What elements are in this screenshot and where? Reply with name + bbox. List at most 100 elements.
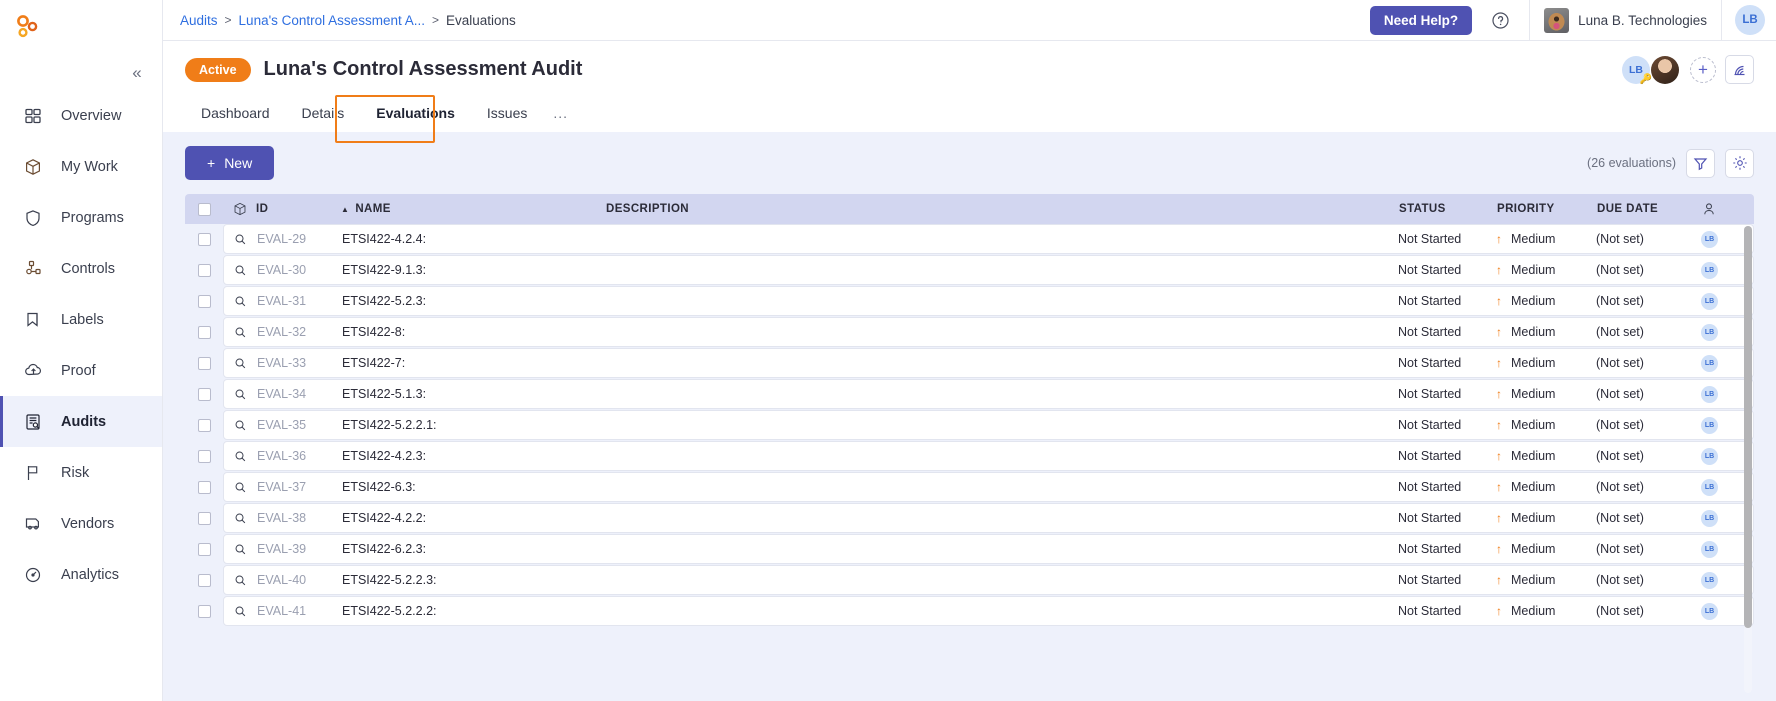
- row-preview-icon[interactable]: [224, 481, 257, 494]
- row-status[interactable]: Not Started: [1398, 263, 1496, 277]
- row-due-date[interactable]: (Not set): [1596, 480, 1701, 494]
- sidebar-item-analytics[interactable]: Analytics: [0, 549, 162, 600]
- table-row[interactable]: EVAL-35 ETSI422-5.2.2.1: Not Started ↑ Mediu…: [185, 410, 1754, 441]
- row-due-date[interactable]: (Not set): [1596, 573, 1701, 587]
- breadcrumb-item-audits[interactable]: Audits: [180, 13, 218, 28]
- row-name[interactable]: ETSI422-4.2.3:: [342, 449, 607, 463]
- row-checkbox[interactable]: [185, 605, 223, 618]
- row-priority[interactable]: ↑ Medium: [1496, 449, 1596, 463]
- table-row[interactable]: EVAL-29 ETSI422-4.2.4: Not Started ↑ Medium (…: [185, 224, 1754, 255]
- row-status[interactable]: Not Started: [1398, 387, 1496, 401]
- row-status[interactable]: Not Started: [1398, 232, 1496, 246]
- row-checkbox[interactable]: [185, 481, 223, 494]
- table-row[interactable]: EVAL-31 ETSI422-5.2.3: Not Started ↑ Medium (…: [185, 286, 1754, 317]
- add-member-button[interactable]: +: [1690, 56, 1716, 83]
- row-due-date[interactable]: (Not set): [1596, 418, 1701, 432]
- tab-dashboard[interactable]: Dashboard: [185, 97, 286, 132]
- row-status[interactable]: Not Started: [1398, 294, 1496, 308]
- row-priority[interactable]: ↑ Medium: [1496, 294, 1596, 308]
- app-logo[interactable]: [0, 0, 162, 56]
- row-preview-icon[interactable]: [224, 388, 257, 401]
- row-due-date[interactable]: (Not set): [1596, 232, 1701, 246]
- row-preview-icon[interactable]: [224, 326, 257, 339]
- row-status[interactable]: Not Started: [1398, 542, 1496, 556]
- row-due-date[interactable]: (Not set): [1596, 449, 1701, 463]
- row-name[interactable]: ETSI422-5.2.3:: [342, 294, 607, 308]
- row-due-date[interactable]: (Not set): [1596, 387, 1701, 401]
- row-name[interactable]: ETSI422-6.3:: [342, 480, 607, 494]
- avatar[interactable]: [1651, 55, 1679, 84]
- row-checkbox[interactable]: [185, 357, 223, 370]
- gear-icon[interactable]: [1725, 148, 1754, 178]
- row-status[interactable]: Not Started: [1398, 480, 1496, 494]
- row-id[interactable]: EVAL-34: [257, 387, 342, 401]
- need-help-button[interactable]: Need Help?: [1369, 5, 1473, 35]
- tab-more[interactable]: ...: [543, 97, 584, 132]
- sidebar-item-audits[interactable]: Audits: [0, 396, 162, 447]
- row-preview-icon[interactable]: [224, 574, 257, 587]
- row-priority[interactable]: ↑ Medium: [1496, 325, 1596, 339]
- row-id[interactable]: EVAL-29: [257, 232, 342, 246]
- sidebar-item-programs[interactable]: Programs: [0, 192, 162, 243]
- row-name[interactable]: ETSI422-9.1.3:: [342, 263, 607, 277]
- sidebar-collapse-button[interactable]: «: [126, 62, 148, 84]
- row-status[interactable]: Not Started: [1398, 604, 1496, 618]
- scrollbar-thumb[interactable]: [1744, 226, 1752, 628]
- row-id[interactable]: EVAL-31: [257, 294, 342, 308]
- table-row[interactable]: EVAL-30 ETSI422-9.1.3: Not Started ↑ Medium (…: [185, 255, 1754, 286]
- breadcrumb-item-audit[interactable]: Luna's Control Assessment A...: [239, 13, 425, 28]
- row-checkbox[interactable]: [185, 543, 223, 556]
- row-priority[interactable]: ↑ Medium: [1496, 356, 1596, 370]
- row-checkbox[interactable]: [185, 512, 223, 525]
- row-preview-icon[interactable]: [224, 605, 257, 618]
- row-due-date[interactable]: (Not set): [1596, 542, 1701, 556]
- row-status[interactable]: Not Started: [1398, 418, 1496, 432]
- row-name[interactable]: ETSI422-6.2.3:: [342, 542, 607, 556]
- row-name[interactable]: ETSI422-7:: [342, 356, 607, 370]
- row-preview-icon[interactable]: [224, 512, 257, 525]
- row-id[interactable]: EVAL-30: [257, 263, 342, 277]
- row-status[interactable]: Not Started: [1398, 573, 1496, 587]
- row-priority[interactable]: ↑ Medium: [1496, 511, 1596, 525]
- table-row[interactable]: EVAL-37 ETSI422-6.3: Not Started ↑ Medium (No…: [185, 472, 1754, 503]
- sidebar-item-risk[interactable]: Risk: [0, 447, 162, 498]
- row-due-date[interactable]: (Not set): [1596, 604, 1701, 618]
- row-id[interactable]: EVAL-35: [257, 418, 342, 432]
- row-checkbox[interactable]: [185, 388, 223, 401]
- row-priority[interactable]: ↑ Medium: [1496, 232, 1596, 246]
- select-all-checkbox[interactable]: [185, 202, 223, 216]
- table-row[interactable]: EVAL-33 ETSI422-7: Not Started ↑ Medium (Not …: [185, 348, 1754, 379]
- row-name[interactable]: ETSI422-4.2.4:: [342, 232, 607, 246]
- row-id[interactable]: EVAL-39: [257, 542, 342, 556]
- row-priority[interactable]: ↑ Medium: [1496, 573, 1596, 587]
- column-header-description[interactable]: DESCRIPTION: [606, 203, 1399, 215]
- row-checkbox[interactable]: [185, 233, 223, 246]
- row-checkbox[interactable]: [185, 450, 223, 463]
- row-id[interactable]: EVAL-37: [257, 480, 342, 494]
- tab-details[interactable]: Details: [286, 97, 361, 132]
- sidebar-item-controls[interactable]: Controls: [0, 243, 162, 294]
- question-circle-icon[interactable]: [1491, 11, 1510, 30]
- row-priority[interactable]: ↑ Medium: [1496, 418, 1596, 432]
- tab-evaluations[interactable]: Evaluations: [360, 97, 471, 132]
- row-name[interactable]: ETSI422-4.2.2:: [342, 511, 607, 525]
- row-id[interactable]: EVAL-33: [257, 356, 342, 370]
- row-due-date[interactable]: (Not set): [1596, 325, 1701, 339]
- row-preview-icon[interactable]: [224, 543, 257, 556]
- avatar[interactable]: LB: [1735, 5, 1765, 35]
- row-preview-icon[interactable]: [224, 419, 257, 432]
- avatar[interactable]: LB 🔑: [1622, 55, 1652, 84]
- new-button[interactable]: + New: [185, 146, 275, 180]
- table-row[interactable]: EVAL-36 ETSI422-4.2.3: Not Started ↑ Medium (…: [185, 441, 1754, 472]
- row-id[interactable]: EVAL-38: [257, 511, 342, 525]
- table-row[interactable]: EVAL-41 ETSI422-5.2.2.2: Not Started ↑ Mediu…: [185, 596, 1754, 627]
- row-preview-icon[interactable]: [224, 450, 257, 463]
- org-switcher[interactable]: Luna B. Technologies: [1530, 7, 1721, 33]
- row-priority[interactable]: ↑ Medium: [1496, 604, 1596, 618]
- row-name[interactable]: ETSI422-5.1.3:: [342, 387, 607, 401]
- tab-issues[interactable]: Issues: [471, 97, 543, 132]
- sidebar-item-my-work[interactable]: My Work: [0, 141, 162, 192]
- row-name[interactable]: ETSI422-5.2.2.3:: [342, 573, 607, 587]
- table-row[interactable]: EVAL-40 ETSI422-5.2.2.3: Not Started ↑ Mediu…: [185, 565, 1754, 596]
- row-preview-icon[interactable]: [224, 233, 257, 246]
